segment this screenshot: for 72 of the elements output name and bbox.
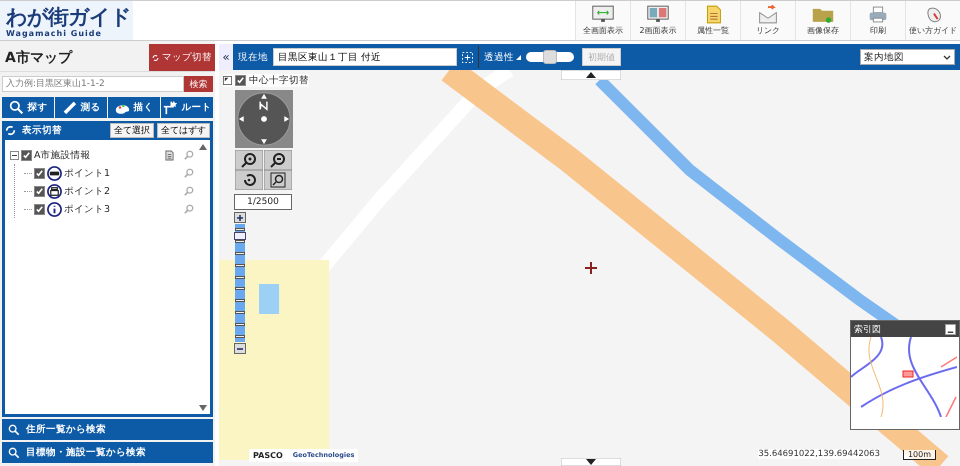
scale-bar: 100m	[902, 450, 936, 460]
panel-toggle-icon[interactable]	[223, 76, 232, 85]
compass-pad-icon[interactable]	[235, 90, 293, 148]
route-icon	[162, 100, 178, 115]
split-monitor-icon	[645, 5, 671, 24]
expand-toggle[interactable]	[10, 150, 19, 160]
layer-checkbox[interactable]	[34, 168, 45, 178]
ruler-icon	[62, 100, 76, 115]
scroll-down-icon[interactable]	[561, 458, 621, 466]
refresh-icon	[5, 125, 16, 136]
center-crosshair-icon	[585, 262, 597, 274]
layer-checkbox[interactable]	[21, 150, 32, 160]
map-switch-button[interactable]: マップ切替	[149, 44, 215, 71]
layer-checkbox[interactable]	[34, 204, 45, 214]
toolbar-button[interactable]: 全画面表示	[575, 1, 630, 40]
tool-tab[interactable]: 測る	[55, 97, 107, 118]
section-button[interactable]: 目標物・施設一覧から検索	[2, 442, 213, 463]
crosshair-checkbox[interactable]	[235, 75, 246, 86]
toolbar-button[interactable]: 画像保存	[795, 1, 850, 40]
search-icon	[8, 100, 24, 115]
monitor-icon	[590, 5, 616, 24]
layer-label: ポイント1	[64, 166, 110, 180]
minimize-icon[interactable]	[945, 324, 956, 334]
zoom-in-icon[interactable]	[235, 150, 263, 170]
triangle-icon	[516, 54, 521, 60]
map-title: A市マップ	[4, 48, 74, 66]
map-type-select[interactable]: 案内地図	[860, 49, 955, 65]
search-button[interactable]: 検索	[184, 76, 213, 92]
layer-label: ポイント3	[64, 202, 110, 216]
document-icon[interactable]	[165, 150, 174, 160]
coordinates-text: 35.64691022,139.69442063	[758, 449, 880, 459]
opacity-slider[interactable]	[526, 52, 574, 62]
logo: わが街ガイド Wagamachi Guide	[0, 1, 133, 40]
zoom-area-icon[interactable]	[264, 170, 292, 190]
zoom-out-button[interactable]	[234, 343, 246, 354]
toolbar-button[interactable]: リンク	[740, 1, 795, 40]
deselect-all-button[interactable]: 全てはずす	[157, 123, 210, 138]
toolbar-button[interactable]: 印刷	[850, 1, 905, 40]
tool-tab[interactable]: 探す	[2, 97, 54, 118]
panel-title: 表示切替	[22, 124, 63, 137]
collapse-button[interactable]: «	[219, 44, 233, 70]
pasco-logo: PASCO	[253, 451, 283, 460]
search-icon	[8, 446, 20, 458]
scroll-up-icon[interactable]	[561, 70, 621, 80]
location-label: 現在地	[238, 50, 268, 64]
crosshair-toggle-label: 中心十字切替	[249, 74, 309, 87]
building-marker-icon	[47, 184, 62, 198]
search-icon	[8, 424, 20, 436]
plus-icon	[236, 214, 244, 222]
select-all-button[interactable]: 全て選択	[110, 123, 154, 138]
rotate-icon[interactable]	[235, 170, 263, 190]
layer-label: ポイント2	[64, 184, 110, 198]
zoom-out-icon[interactable]	[264, 150, 292, 170]
layer-label: A市施設情報	[34, 148, 90, 162]
location-field[interactable]: 目黒区東山１丁目 付近	[273, 48, 457, 66]
toolbar-button[interactable]: 属性一覧	[685, 1, 740, 40]
section-button[interactable]: 住所一覧から検索	[2, 419, 213, 440]
zoom-slider[interactable]	[234, 224, 244, 342]
crosshair-icon[interactable]	[462, 52, 473, 62]
zoom-in-button[interactable]	[234, 212, 246, 223]
chevron-down-icon	[943, 54, 951, 60]
scale-field: 1/2500	[234, 194, 292, 210]
sign-marker-icon	[47, 166, 62, 180]
info-marker-icon	[47, 202, 62, 216]
address-search-field[interactable]: 入力例:目黒区東山1-1-2	[2, 76, 184, 92]
toolbar-button[interactable]: 2画面表示	[630, 1, 685, 40]
tool-tab[interactable]: ルート	[161, 97, 213, 118]
layer-checkbox[interactable]	[34, 186, 45, 196]
tool-tab[interactable]: 描く	[108, 97, 160, 118]
index-map-title: 索引図	[854, 324, 881, 336]
toolbar-button[interactable]: 使い方ガイド	[905, 1, 960, 40]
opacity-label: 透過性	[484, 50, 514, 64]
